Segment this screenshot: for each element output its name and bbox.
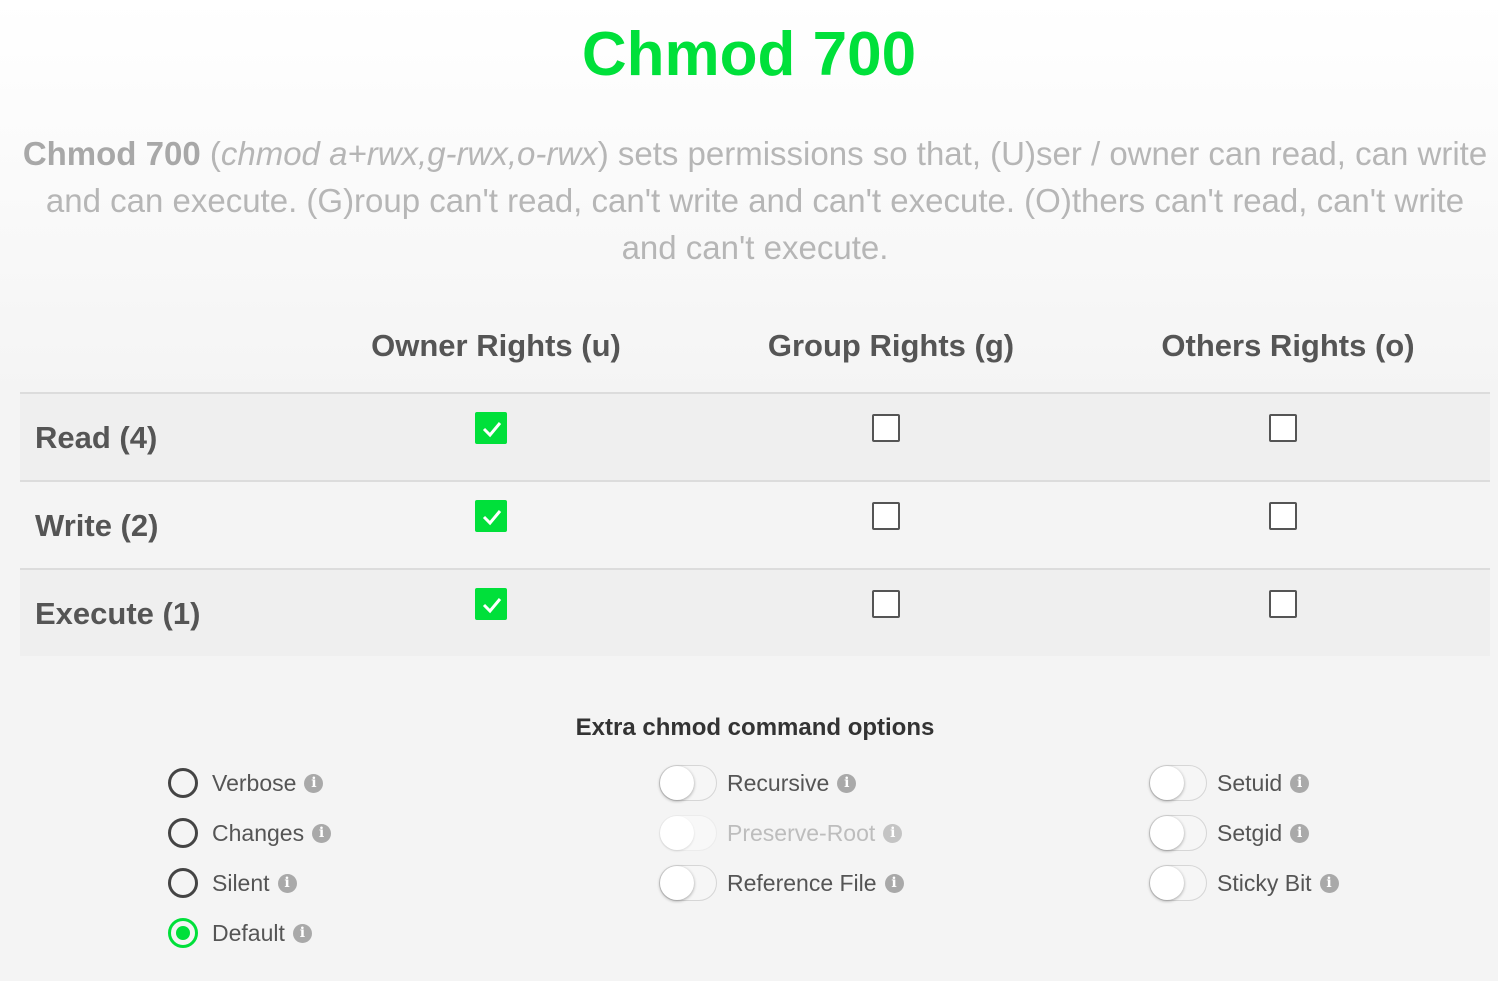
- toggle-label-sticky-bit: Sticky Bit: [1217, 869, 1312, 896]
- checkbox-read-owner[interactable]: [475, 412, 507, 444]
- row-label-write: Write (2): [35, 508, 159, 543]
- column-others-rights: Others Rights (o): [1161, 328, 1415, 363]
- toggle-knob: [660, 766, 694, 800]
- radio-option-changes[interactable]: Changes i: [168, 815, 332, 851]
- page: Chmod 700 Chmod 700 (chmod a+rwx,g-rwx,o…: [0, 0, 1498, 981]
- toggle-knob: [660, 866, 694, 900]
- info-icon[interactable]: i: [304, 773, 324, 793]
- info-icon[interactable]: i: [1290, 773, 1310, 793]
- toggle-option-sticky-bit[interactable]: Sticky Bit i: [1149, 865, 1339, 901]
- row-label-execute: Execute (1): [35, 596, 201, 631]
- checkbox-write-others[interactable]: [1269, 502, 1297, 530]
- info-icon[interactable]: i: [277, 873, 297, 893]
- checkbox-write-owner[interactable]: [475, 500, 507, 532]
- description-bold: Chmod 700: [22, 135, 201, 172]
- toggle-option-preserve-root: Preserve-Root i: [659, 815, 903, 851]
- info-icon[interactable]: i: [837, 773, 857, 793]
- toggle-label-recursive: Recursive: [727, 769, 830, 796]
- toggle-recursive[interactable]: [659, 765, 717, 801]
- radio-label-default: Default: [212, 919, 285, 946]
- toggle-option-setuid[interactable]: Setuid i: [1149, 765, 1310, 801]
- checkmark-icon: [482, 598, 502, 614]
- toggle-setuid[interactable]: [1149, 765, 1207, 801]
- info-icon[interactable]: i: [312, 823, 332, 843]
- toggle-preserve-root: [659, 815, 717, 851]
- radio-option-silent[interactable]: Silent i: [168, 865, 297, 901]
- description-open-paren: (: [200, 135, 221, 172]
- checkbox-execute-group[interactable]: [872, 590, 900, 618]
- toggle-reference-file[interactable]: [659, 865, 717, 901]
- toggle-label-preserve-root: Preserve-Root: [727, 819, 876, 846]
- checkmark-icon: [482, 510, 502, 526]
- row-label-read: Read (4): [35, 420, 158, 455]
- toggle-setgid[interactable]: [1149, 815, 1207, 851]
- toggle-label-setgid: Setgid: [1217, 819, 1283, 846]
- table-row-write: Write (2): [20, 482, 1490, 570]
- radio-option-default[interactable]: Default i: [168, 915, 312, 951]
- page-title: Chmod 700: [581, 20, 917, 89]
- radio-label-verbose: Verbose: [212, 769, 297, 796]
- checkmark-icon: [482, 422, 502, 438]
- table-row-read: Read (4): [20, 394, 1490, 482]
- toggle-option-recursive[interactable]: Recursive i: [659, 765, 857, 801]
- toggle-label-reference-file: Reference File: [727, 869, 877, 896]
- toggle-knob: [660, 816, 694, 850]
- info-icon[interactable]: i: [884, 873, 904, 893]
- toggle-label-setuid: Setuid: [1217, 769, 1283, 796]
- info-icon[interactable]: i: [1319, 873, 1339, 893]
- checkbox-read-others[interactable]: [1269, 414, 1297, 442]
- checkbox-execute-owner[interactable]: [475, 588, 507, 620]
- toggle-knob: [1150, 816, 1184, 850]
- checkbox-execute-others[interactable]: [1269, 590, 1297, 618]
- column-group-rights: Group Rights (g): [767, 328, 1015, 363]
- info-icon[interactable]: i: [883, 823, 903, 843]
- toggle-knob: [1150, 866, 1184, 900]
- table-row-execute: Execute (1): [20, 570, 1490, 656]
- radio-changes[interactable]: [168, 818, 198, 848]
- checkbox-write-group[interactable]: [872, 502, 900, 530]
- radio-label-silent: Silent: [212, 869, 270, 896]
- permission-description: Chmod 700 (chmod a+rwx,g-rwx,o-rwx) sets…: [20, 130, 1490, 271]
- description-command: chmod a+rwx,g-rwx,o-rwx: [220, 135, 598, 172]
- permissions-table: Owner Rights (u) Group Rights (g) Others…: [20, 300, 1490, 656]
- extra-options-title: Extra chmod command options: [575, 714, 935, 741]
- toggle-knob: [1150, 766, 1184, 800]
- radio-default[interactable]: [168, 918, 198, 948]
- table-header: Owner Rights (u) Group Rights (g) Others…: [20, 300, 1490, 394]
- checkbox-read-group[interactable]: [872, 414, 900, 442]
- radio-label-changes: Changes: [212, 819, 305, 846]
- radio-silent[interactable]: [168, 868, 198, 898]
- toggle-option-reference-file[interactable]: Reference File i: [659, 865, 904, 901]
- info-icon[interactable]: i: [292, 923, 312, 943]
- toggle-option-setgid[interactable]: Setgid i: [1149, 815, 1310, 851]
- radio-verbose[interactable]: [168, 768, 198, 798]
- toggle-sticky-bit[interactable]: [1149, 865, 1207, 901]
- column-owner-rights: Owner Rights (u): [371, 328, 621, 363]
- info-icon[interactable]: i: [1290, 823, 1310, 843]
- radio-option-verbose[interactable]: Verbose i: [168, 765, 324, 801]
